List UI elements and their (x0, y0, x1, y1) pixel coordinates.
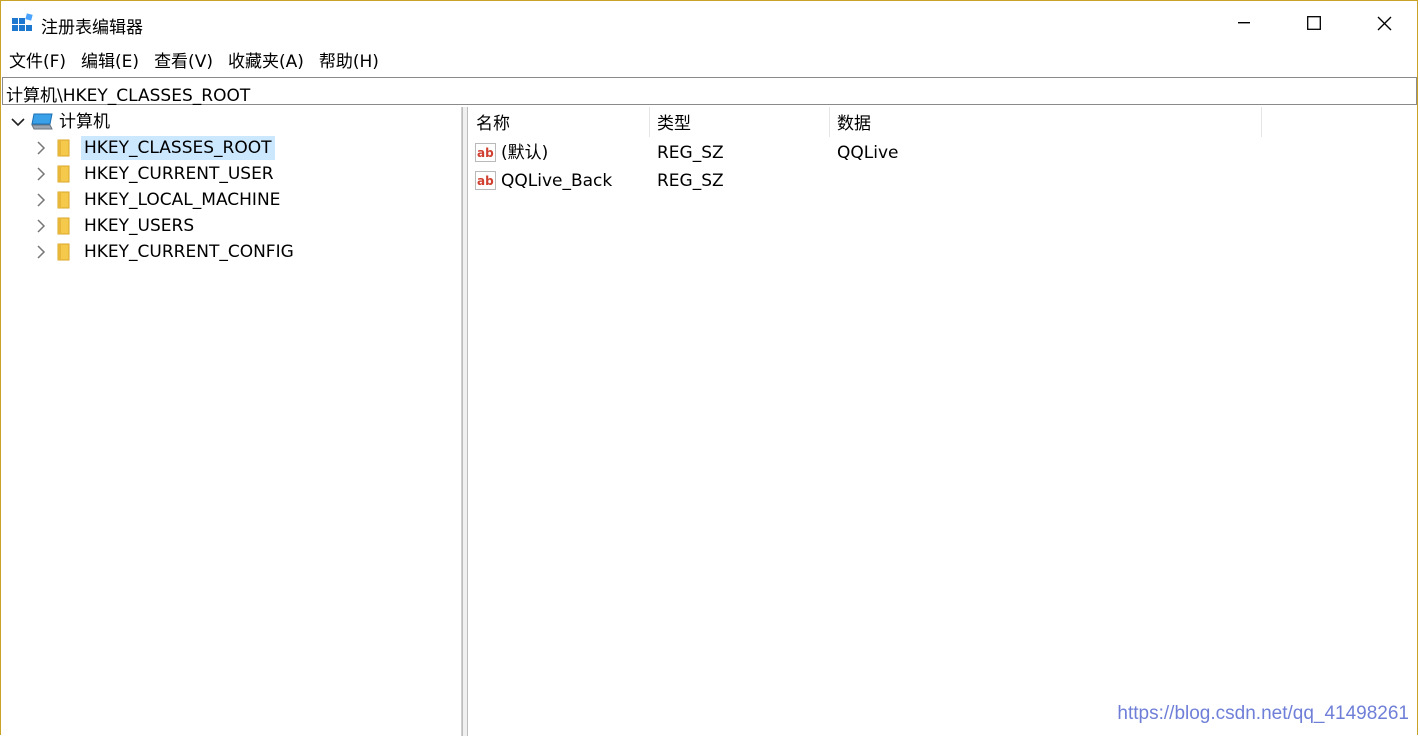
menu-view[interactable]: 查看(V) (146, 47, 220, 75)
minimize-button[interactable] (1209, 1, 1279, 45)
string-value-icon: ab (475, 143, 497, 163)
tree-label-hkey-local-machine: HKEY_LOCAL_MACHINE (84, 190, 281, 210)
tree-node-hkey-current-config[interactable]: HKEY_CURRENT_CONFIG (33, 239, 297, 265)
tree-label-hkey-classes-root: HKEY_CLASSES_ROOT (81, 136, 275, 160)
value-type: REG_SZ (657, 171, 724, 191)
folder-icon (55, 243, 73, 261)
minimize-icon (1238, 22, 1250, 24)
svg-text:ab: ab (477, 174, 494, 188)
values-pane: 名称 类型 数据 ab (默认) REG_SZ QQLive ab QQLive… (469, 107, 1419, 736)
watermark-url: https://blog.csdn.net/qq_41498261 (1117, 703, 1409, 724)
address-path[interactable]: 计算机\HKEY_CLASSES_ROOT (6, 81, 250, 106)
folder-icon (55, 165, 73, 183)
tree-label-hkey-current-user: HKEY_CURRENT_USER (84, 164, 274, 184)
column-header-type[interactable]: 类型 (650, 107, 830, 137)
tree-node-hkey-local-machine[interactable]: HKEY_LOCAL_MACHINE (33, 187, 283, 213)
folder-icon (55, 139, 73, 157)
pane-splitter[interactable] (462, 107, 468, 736)
computer-icon (30, 112, 54, 132)
maximize-button[interactable] (1279, 1, 1349, 45)
tree-label-hkey-current-config: HKEY_CURRENT_CONFIG (84, 242, 294, 262)
key-tree-pane: 计算机 HKEY_CLASSES_ROOT HKEY_CURRENT_USER (2, 107, 462, 736)
menu-bar: 文件(F) 编辑(E) 查看(V) 收藏夹(A) 帮助(H) (1, 47, 386, 75)
chevron-right-icon[interactable] (33, 166, 49, 182)
close-button[interactable] (1349, 1, 1419, 45)
value-name: (默认) (501, 143, 549, 163)
window-title: 注册表编辑器 (41, 18, 143, 38)
folder-icon (55, 217, 73, 235)
chevron-right-icon[interactable] (33, 192, 49, 208)
chevron-right-icon[interactable] (33, 218, 49, 234)
tree-label-hkey-users: HKEY_USERS (84, 216, 195, 236)
close-icon (1377, 16, 1391, 30)
maximize-icon (1307, 16, 1321, 30)
menu-favorites[interactable]: 收藏夹(A) (220, 47, 311, 75)
tree-node-hkey-current-user[interactable]: HKEY_CURRENT_USER (33, 161, 277, 187)
column-header-name[interactable]: 名称 (469, 107, 650, 137)
address-bar[interactable]: 计算机\HKEY_CLASSES_ROOT (2, 77, 1417, 106)
value-row[interactable]: ab QQLive_Back REG_SZ (469, 167, 1369, 195)
title-bar[interactable]: 注册表编辑器 (1, 1, 1417, 45)
menu-help[interactable]: 帮助(H) (311, 47, 386, 75)
chevron-down-icon[interactable] (10, 114, 26, 130)
string-value-icon: ab (475, 171, 497, 191)
tree-label-computer: 计算机 (59, 112, 110, 132)
folder-icon (55, 191, 73, 209)
tree-node-hkey-users[interactable]: HKEY_USERS (33, 213, 197, 239)
regedit-app-icon (11, 13, 33, 35)
value-data: QQLive (837, 143, 899, 163)
menu-edit[interactable]: 编辑(E) (73, 47, 146, 75)
tree-node-computer[interactable]: 计算机 (10, 109, 113, 135)
menu-file[interactable]: 文件(F) (1, 47, 73, 75)
tree-node-hkey-classes-root[interactable]: HKEY_CLASSES_ROOT (33, 135, 275, 161)
svg-text:ab: ab (477, 146, 494, 160)
value-name: QQLive_Back (501, 171, 613, 191)
chevron-right-icon[interactable] (33, 140, 49, 156)
column-header-data[interactable]: 数据 (830, 107, 1262, 137)
chevron-right-icon[interactable] (33, 244, 49, 260)
value-type: REG_SZ (657, 143, 724, 163)
regedit-window: 注册表编辑器 文件(F) 编辑(E) 查看(V) 收藏夹(A) 帮助(H) 计算… (0, 0, 1419, 736)
value-row[interactable]: ab (默认) REG_SZ QQLive (469, 139, 1369, 167)
